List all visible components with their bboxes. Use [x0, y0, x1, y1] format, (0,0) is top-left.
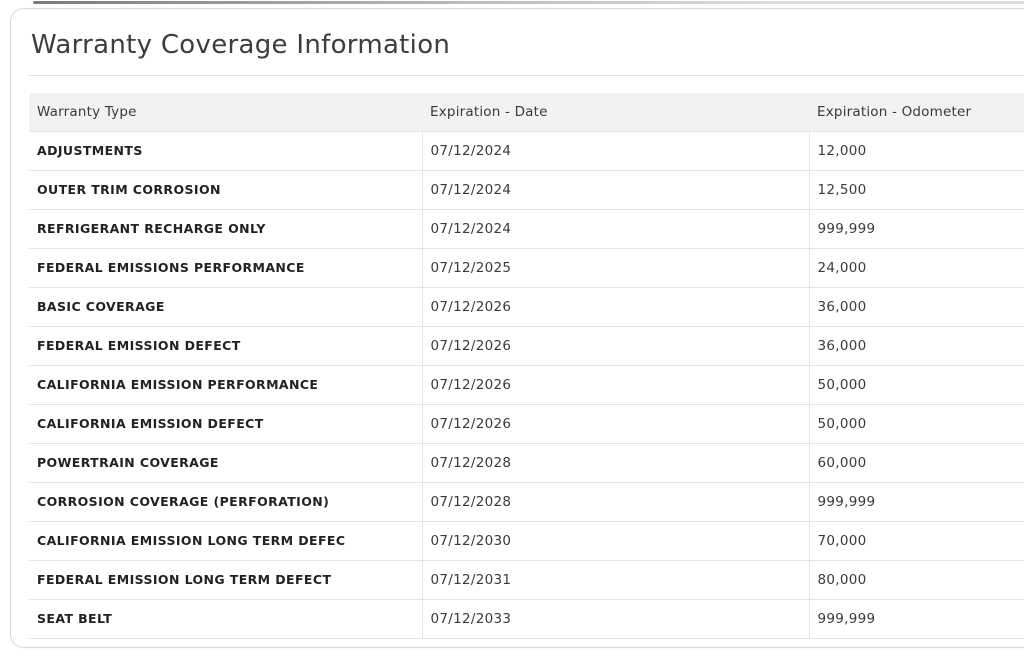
warranty-coverage-card: Warranty Coverage Information Warranty T…	[10, 8, 1024, 648]
expiration-date-cell: 07/12/2024	[422, 131, 809, 170]
expiration-date-cell: 07/12/2024	[422, 170, 809, 209]
table-row: CALIFORNIA EMISSION DEFECT07/12/202650,0…	[29, 404, 1024, 443]
warranty-type-cell: BASIC COVERAGE	[29, 287, 422, 326]
warranty-type-cell: FEDERAL EMISSION LONG TERM DEFECT	[29, 560, 422, 599]
page-title: Warranty Coverage Information	[11, 9, 1024, 75]
expiration-odometer-cell: 12,500	[809, 170, 1024, 209]
expiration-odometer-cell: 50,000	[809, 365, 1024, 404]
expiration-date-cell: 07/12/2026	[422, 326, 809, 365]
expiration-odometer-cell: 80,000	[809, 560, 1024, 599]
table-row: ADJUSTMENTS07/12/202412,000	[29, 131, 1024, 170]
expiration-odometer-cell: 50,000	[809, 404, 1024, 443]
table-row: FEDERAL EMISSIONS PERFORMANCE07/12/20252…	[29, 248, 1024, 287]
expiration-date-cell: 07/12/2025	[422, 248, 809, 287]
warranty-type-cell: CALIFORNIA EMISSION LONG TERM DEFEC	[29, 521, 422, 560]
table-row: CALIFORNIA EMISSION LONG TERM DEFEC07/12…	[29, 521, 1024, 560]
warranty-type-cell: ADJUSTMENTS	[29, 131, 422, 170]
expiration-odometer-cell: 24,000	[809, 248, 1024, 287]
expiration-date-cell: 07/12/2026	[422, 287, 809, 326]
expiration-date-cell: 07/12/2033	[422, 599, 809, 638]
expiration-odometer-cell: 999,999	[809, 482, 1024, 521]
expiration-date-cell: 07/12/2030	[422, 521, 809, 560]
table-header-row: Warranty Type Expiration - Date Expirati…	[29, 93, 1024, 131]
column-header-expiration-date: Expiration - Date	[422, 93, 809, 131]
expiration-odometer-cell: 36,000	[809, 287, 1024, 326]
warranty-type-cell: CALIFORNIA EMISSION PERFORMANCE	[29, 365, 422, 404]
table-row: FEDERAL EMISSION DEFECT07/12/202636,000	[29, 326, 1024, 365]
expiration-odometer-cell: 60,000	[809, 443, 1024, 482]
warranty-type-cell: CALIFORNIA EMISSION DEFECT	[29, 404, 422, 443]
warranty-type-cell: SEAT BELT	[29, 599, 422, 638]
table-row: CORROSION COVERAGE (PERFORATION)07/12/20…	[29, 482, 1024, 521]
expiration-date-cell: 07/12/2028	[422, 482, 809, 521]
expiration-odometer-cell: 999,999	[809, 209, 1024, 248]
warranty-type-cell: CORROSION COVERAGE (PERFORATION)	[29, 482, 422, 521]
warranty-table: Warranty Type Expiration - Date Expirati…	[29, 93, 1024, 639]
table-row: OUTER TRIM CORROSION07/12/202412,500	[29, 170, 1024, 209]
expiration-date-cell: 07/12/2026	[422, 404, 809, 443]
expiration-odometer-cell: 999,999	[809, 599, 1024, 638]
table-row: FEDERAL EMISSION LONG TERM DEFECT07/12/2…	[29, 560, 1024, 599]
warranty-type-cell: FEDERAL EMISSIONS PERFORMANCE	[29, 248, 422, 287]
expiration-date-cell: 07/12/2026	[422, 365, 809, 404]
expiration-odometer-cell: 70,000	[809, 521, 1024, 560]
top-divider-rule	[33, 1, 1024, 4]
warranty-type-cell: POWERTRAIN COVERAGE	[29, 443, 422, 482]
expiration-odometer-cell: 12,000	[809, 131, 1024, 170]
column-header-expiration-odometer: Expiration - Odometer	[809, 93, 1024, 131]
expiration-odometer-cell: 36,000	[809, 326, 1024, 365]
expiration-date-cell: 07/12/2028	[422, 443, 809, 482]
warranty-type-cell: REFRIGERANT RECHARGE ONLY	[29, 209, 422, 248]
expiration-date-cell: 07/12/2031	[422, 560, 809, 599]
expiration-date-cell: 07/12/2024	[422, 209, 809, 248]
table-row: POWERTRAIN COVERAGE07/12/202860,000	[29, 443, 1024, 482]
column-header-warranty-type: Warranty Type	[29, 93, 422, 131]
title-divider	[29, 75, 1024, 76]
table-row: BASIC COVERAGE07/12/202636,000	[29, 287, 1024, 326]
table-row: CALIFORNIA EMISSION PERFORMANCE07/12/202…	[29, 365, 1024, 404]
table-row: SEAT BELT07/12/2033999,999	[29, 599, 1024, 638]
table-row: REFRIGERANT RECHARGE ONLY07/12/2024999,9…	[29, 209, 1024, 248]
warranty-type-cell: FEDERAL EMISSION DEFECT	[29, 326, 422, 365]
warranty-type-cell: OUTER TRIM CORROSION	[29, 170, 422, 209]
